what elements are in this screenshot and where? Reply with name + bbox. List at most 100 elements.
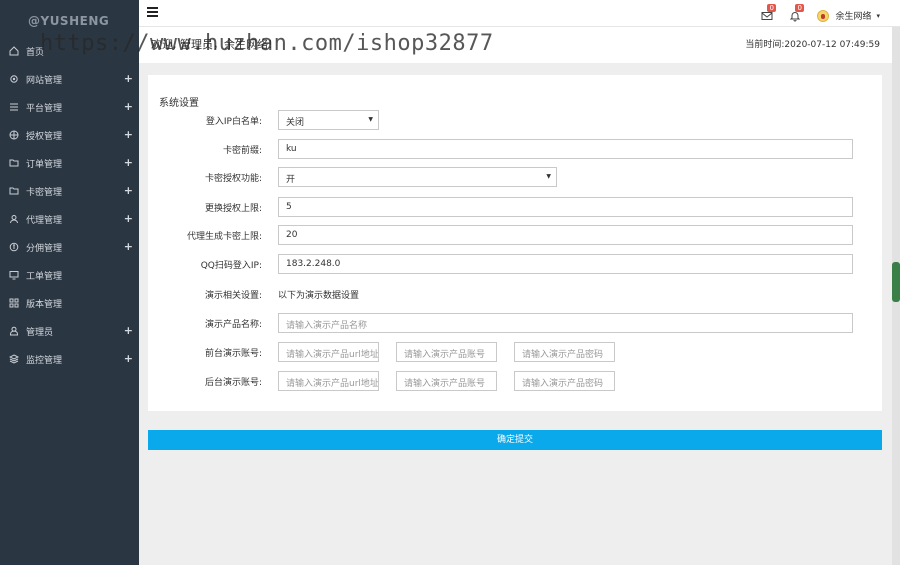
coin-icon: [9, 242, 19, 252]
select-arrow-icon: ▼: [368, 116, 373, 123]
bell-badge: 0: [795, 4, 804, 12]
card-prefix-input[interactable]: ku: [278, 139, 853, 159]
back-demo-password-input[interactable]: 请输入演示产品密码: [514, 371, 615, 391]
card-prefix-row: 卡密前缀: ku: [148, 139, 882, 160]
current-time-value: 2020-07-12 07:49:59: [784, 40, 880, 50]
panel-title: 系统设置: [159, 98, 199, 109]
gear-icon: [9, 74, 19, 84]
watermark: https://www.huzhan.com/ishop32877: [40, 31, 494, 56]
sidebar-item-8[interactable]: 工单管理: [0, 261, 139, 289]
settings-panel: 系统设置 登入IP白名单: 关闭 ▼ 卡密前缀: ku 卡密授权功能: 开 ▼ …: [148, 75, 882, 411]
sidebar-item-11[interactable]: 监控管理 +: [0, 345, 139, 373]
change-limit-label: 更换授权上限:: [204, 204, 262, 214]
demo-product-input[interactable]: 请输入演示产品名称: [278, 313, 853, 333]
mail-button[interactable]: 0: [761, 4, 776, 20]
current-time-label: 当前时间:: [745, 40, 785, 50]
sidebar-item-10[interactable]: 管理员 +: [0, 317, 139, 345]
expand-plus-icon[interactable]: +: [124, 128, 133, 141]
back-demo-row: 后台演示账号: 请输入演示产品url地址 请输入演示产品账号 请输入演示产品密码: [148, 371, 882, 392]
sidebar: @YUSHENG 首页 网站管理 + 平台管理 + 授权管理 + 订单管理 + 卡密管理 + 代理管理…: [0, 0, 139, 565]
expand-plus-icon[interactable]: +: [124, 240, 133, 253]
change-limit-input[interactable]: 5: [278, 197, 853, 217]
back-demo-url-input[interactable]: 请输入演示产品url地址: [278, 371, 379, 391]
agent-card-limit-row: 代理生成卡密上限: 20: [148, 225, 882, 246]
back-demo-label: 后台演示账号:: [204, 378, 262, 388]
front-demo-url-input[interactable]: 请输入演示产品url地址: [278, 342, 379, 362]
sidebar-item-label: 代理管理: [26, 215, 63, 226]
expand-plus-icon[interactable]: +: [124, 72, 133, 85]
card-auth-value: 开: [286, 175, 296, 185]
front-demo-password-input[interactable]: 请输入演示产品密码: [514, 342, 615, 362]
card-auth-row: 卡密授权功能: 开 ▼: [148, 167, 882, 188]
expand-plus-icon[interactable]: +: [124, 352, 133, 365]
expand-plus-icon[interactable]: +: [124, 184, 133, 197]
demo-product-label: 演示产品名称:: [204, 320, 262, 330]
sidebar-item-6[interactable]: 代理管理 +: [0, 205, 139, 233]
grid-circle-icon: [9, 130, 19, 140]
sidebar-item-label: 平台管理: [26, 103, 63, 114]
layers-icon: [9, 354, 19, 364]
list-icon: [9, 102, 19, 112]
scrollbar[interactable]: [892, 27, 900, 565]
qq-ip-row: QQ扫码登入IP: 183.2.248.0: [148, 254, 882, 275]
qq-ip-input[interactable]: 183.2.248.0: [278, 254, 853, 274]
expand-plus-icon[interactable]: +: [124, 212, 133, 225]
sidebar-item-4[interactable]: 订单管理 +: [0, 149, 139, 177]
front-demo-label: 前台演示账号:: [204, 349, 262, 359]
sidebar-item-5[interactable]: 卡密管理 +: [0, 177, 139, 205]
sidebar-nav: 首页 网站管理 + 平台管理 + 授权管理 + 订单管理 + 卡密管理 + 代理管理 + 分佣管理 + 工单管…: [0, 37, 139, 373]
sidebar-item-label: 网站管理: [26, 75, 63, 86]
sidebar-item-3[interactable]: 授权管理 +: [0, 121, 139, 149]
top-actions: 0 0 余生网络 ▾: [761, 4, 880, 22]
avatar[interactable]: [817, 9, 830, 22]
card-prefix-label: 卡密前缀:: [222, 146, 262, 156]
submit-button[interactable]: 确定提交: [148, 430, 882, 450]
chevron-down-icon[interactable]: ▾: [876, 12, 880, 20]
agent-card-limit-label: 代理生成卡密上限:: [186, 232, 262, 242]
user-name[interactable]: 余生网络: [835, 9, 871, 22]
agent-card-limit-input[interactable]: 20: [278, 225, 853, 245]
menu-toggle-icon[interactable]: [147, 7, 158, 17]
folder-icon: [9, 158, 19, 168]
sidebar-item-1[interactable]: 网站管理 +: [0, 65, 139, 93]
notification-button[interactable]: 0: [789, 4, 804, 22]
home-icon: [9, 46, 19, 56]
user-icon: [9, 214, 19, 224]
back-demo-account-input[interactable]: 请输入演示产品账号: [396, 371, 497, 391]
top-bar: 0 0 余生网络 ▾: [139, 0, 900, 27]
sidebar-item-label: 卡密管理: [26, 187, 63, 198]
front-demo-account-input[interactable]: 请输入演示产品账号: [396, 342, 497, 362]
sidebar-item-label: 管理员: [26, 327, 54, 338]
mail-badge: 0: [767, 4, 776, 12]
sidebar-item-label: 授权管理: [26, 131, 63, 142]
expand-plus-icon[interactable]: +: [124, 100, 133, 113]
demo-product-row: 演示产品名称: 请输入演示产品名称: [148, 313, 882, 334]
ip-whitelist-label: 登入IP白名单:: [205, 117, 262, 127]
change-limit-row: 更换授权上限: 5: [148, 197, 882, 218]
sidebar-item-2[interactable]: 平台管理 +: [0, 93, 139, 121]
sidebar-item-9[interactable]: 版本管理: [0, 289, 139, 317]
expand-plus-icon[interactable]: +: [124, 156, 133, 169]
admin-icon: [9, 326, 19, 336]
demo-settings-row: 演示相关设置: 以下为演示数据设置: [148, 284, 882, 305]
monitor-icon: [9, 270, 19, 280]
sidebar-item-label: 分佣管理: [26, 243, 63, 254]
sidebar-item-label: 订单管理: [26, 159, 63, 170]
sidebar-item-label: 工单管理: [26, 271, 63, 282]
ip-whitelist-select[interactable]: 关闭 ▼: [278, 110, 379, 130]
current-time: 当前时间:2020-07-12 07:49:59: [745, 37, 880, 50]
scrollbar-thumb[interactable]: [892, 262, 900, 302]
select-arrow-icon: ▼: [546, 173, 551, 180]
sidebar-item-7[interactable]: 分佣管理 +: [0, 233, 139, 261]
card-auth-label: 卡密授权功能:: [204, 174, 262, 184]
demo-settings-text: 以下为演示数据设置: [278, 291, 360, 301]
apps-icon: [9, 298, 19, 308]
expand-plus-icon[interactable]: +: [124, 324, 133, 337]
sidebar-item-label: 监控管理: [26, 355, 63, 366]
card-auth-select[interactable]: 开 ▼: [278, 167, 557, 187]
front-demo-row: 前台演示账号: 请输入演示产品url地址 请输入演示产品账号 请输入演示产品密码: [148, 342, 882, 363]
folder-icon: [9, 186, 19, 196]
qq-ip-label: QQ扫码登入IP:: [200, 261, 262, 271]
sidebar-item-label: 版本管理: [26, 299, 63, 310]
ip-whitelist-row: 登入IP白名单: 关闭 ▼: [148, 110, 882, 131]
